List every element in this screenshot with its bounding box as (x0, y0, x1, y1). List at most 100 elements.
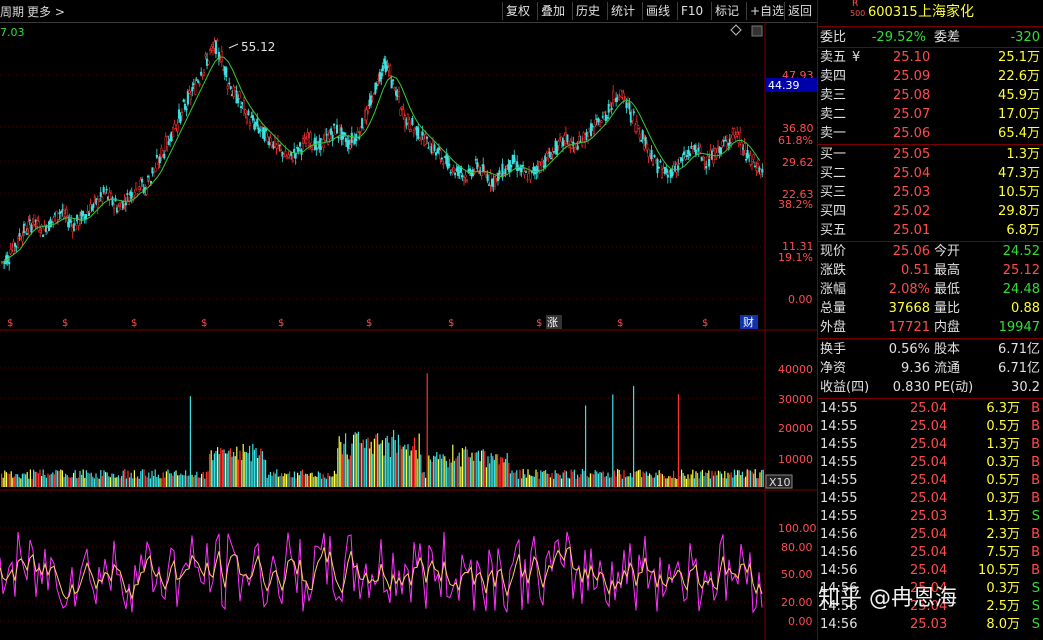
volume-bar (127, 470, 129, 487)
sell-level[interactable]: 卖一 25.06 65.4万 (818, 124, 1043, 143)
volume-bar (282, 476, 284, 487)
sell-level[interactable]: 卖五 ¥ 25.10 25.1万 (818, 48, 1043, 67)
volume-bar (431, 461, 433, 487)
volume-bar (626, 476, 628, 487)
zhang-marker[interactable]: 涨 (547, 316, 558, 329)
volume-bar (357, 431, 359, 487)
candle-body (244, 109, 247, 114)
buy-level[interactable]: 买四 25.02 29.8万 (818, 202, 1043, 221)
candle-body (133, 192, 136, 196)
volume-bar (505, 458, 507, 487)
dividend-marker[interactable]: $ (536, 318, 542, 329)
dividend-marker[interactable]: $ (7, 318, 13, 329)
scroll-icon[interactable] (751, 25, 763, 37)
volume-bar (647, 475, 649, 487)
candle-body (188, 90, 191, 94)
fib-label: 38.2% (778, 198, 813, 211)
diamond-icon[interactable] (730, 24, 742, 36)
volume-bar (377, 433, 379, 487)
dividend-marker[interactable]: $ (278, 318, 284, 329)
dividend-marker[interactable]: $ (62, 318, 68, 329)
volume-bar (521, 478, 523, 487)
dividend-marker[interactable]: $ (366, 318, 372, 329)
draw-line-button[interactable]: 画线 (642, 2, 673, 20)
period-label[interactable]: 周期 (0, 3, 24, 20)
volume-bar (57, 470, 59, 487)
dividend-marker[interactable]: $ (131, 318, 137, 329)
buy-level[interactable]: 买二 25.04 47.3万 (818, 164, 1043, 183)
more-menu[interactable]: 更多 > (27, 3, 65, 20)
price-grid (0, 74, 765, 300)
volume-bar (253, 449, 255, 487)
volume-bar (52, 472, 54, 487)
overlay-button[interactable]: 叠加 (537, 2, 568, 20)
price-axis-label: 29.62 (782, 156, 814, 169)
candle-body (92, 203, 95, 208)
volume-bar (605, 476, 607, 487)
volume-bar (519, 469, 521, 487)
volume-bar (137, 476, 139, 487)
f10-button[interactable]: F10 (677, 2, 706, 20)
candle-body (208, 49, 212, 51)
volume-bar (601, 472, 603, 487)
sell-level[interactable]: 卖四 25.09 22.6万 (818, 67, 1043, 86)
candle-body (640, 139, 643, 142)
dividend-marker[interactable]: $ (448, 318, 454, 329)
dividend-marker[interactable]: $ (201, 318, 207, 329)
fuquan-button[interactable]: 复权 (502, 2, 533, 20)
volume-bar (153, 476, 155, 487)
mark-button[interactable]: 标记 (711, 2, 742, 20)
sell-level[interactable]: 卖三 25.08 45.9万 (818, 86, 1043, 105)
candle-body (112, 204, 116, 210)
candle-body (251, 115, 254, 121)
volume-bar (223, 449, 225, 487)
volume-bar (231, 456, 233, 487)
candle-body (228, 82, 231, 85)
volume-bar (249, 445, 251, 487)
back-button[interactable]: 返回 (784, 2, 815, 20)
stock-code: 600315 (868, 5, 918, 20)
sell-level[interactable]: 卖二 25.07 17.0万 (818, 105, 1043, 124)
volume-bar (327, 473, 329, 487)
volume-bar (415, 449, 417, 487)
candle-body (694, 149, 697, 155)
volume-bar (543, 470, 545, 487)
volume-bar (612, 394, 614, 487)
candle-body (269, 137, 272, 143)
dividend-marker[interactable]: $ (617, 318, 623, 329)
candle-body (510, 164, 513, 168)
volume-bar (713, 475, 715, 487)
volume-bar (577, 474, 579, 487)
volume-bar (61, 470, 63, 487)
history-button[interactable]: 历史 (572, 2, 603, 20)
volume-bar (250, 461, 252, 487)
buy-level[interactable]: 买三 25.03 10.5万 (818, 183, 1043, 202)
volume-bar (572, 471, 574, 487)
candle-body (746, 150, 749, 159)
stock-chart[interactable]: 7.03 55.12 47.93 36.80 61.8% 29.62 22.63… (0, 22, 817, 640)
volume-bar (420, 454, 422, 487)
volume-bar (276, 469, 278, 487)
volume-bar (529, 474, 531, 487)
candle-body (623, 96, 627, 99)
volume-bar (689, 478, 691, 487)
candle-body (167, 141, 170, 145)
volume-bar (333, 470, 335, 487)
candle-body (498, 170, 501, 175)
volume-bar (503, 462, 505, 487)
volume-bar (490, 453, 492, 487)
divider (818, 26, 1043, 27)
add-watchlist-button[interactable]: +自选 (746, 2, 787, 20)
stats-button[interactable]: 统计 (607, 2, 638, 20)
volume-bar (413, 437, 415, 487)
candle-body (126, 193, 129, 195)
volume-bar (461, 448, 463, 487)
buy-level[interactable]: 买一 25.05 1.3万 (818, 145, 1043, 164)
dividend-marker[interactable]: $ (702, 318, 708, 329)
candle-body (297, 148, 300, 152)
buy-level[interactable]: 买五 25.01 6.8万 (818, 221, 1043, 240)
volume-bar (1, 473, 3, 487)
cai-marker[interactable]: 财 (743, 315, 754, 329)
candle-body (102, 187, 105, 193)
volume-bar (98, 478, 100, 487)
